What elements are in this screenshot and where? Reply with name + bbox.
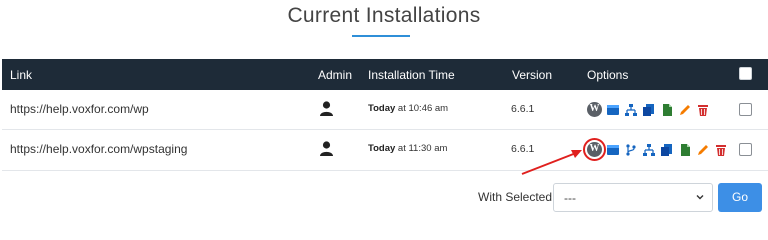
sitemap-icon[interactable] [624, 103, 638, 117]
row-checkbox[interactable] [739, 143, 752, 156]
installation-link[interactable]: https://help.voxfor.com/wpstaging [10, 142, 187, 156]
options-group [583, 138, 728, 161]
select-value: --- [564, 191, 576, 205]
sitemap-icon[interactable] [642, 143, 656, 157]
installation-link[interactable]: https://help.voxfor.com/wp [10, 102, 149, 116]
git-branch-icon[interactable] [624, 143, 638, 157]
row-checkbox[interactable] [739, 103, 752, 116]
trash-icon[interactable] [696, 103, 710, 117]
time-day: Today [368, 143, 396, 154]
wordpress-icon[interactable] [587, 102, 602, 117]
time-rest: at 11:30 am [395, 143, 448, 154]
trash-icon[interactable] [714, 143, 728, 157]
header-version: Version [512, 68, 553, 82]
bulk-action-bar: With Selected: --- Go [0, 183, 768, 213]
edit-icon[interactable] [678, 103, 692, 117]
table-row: https://help.voxfor.com/wp Today at 10:4… [2, 90, 768, 130]
installation-time: Today at 10:46 am [368, 103, 448, 114]
installation-time: Today at 11:30 am [368, 143, 447, 154]
select-all-checkbox[interactable] [739, 67, 752, 80]
clone-icon[interactable] [606, 143, 620, 157]
time-rest: at 10:46 am [395, 103, 449, 114]
file-icon[interactable] [678, 143, 692, 157]
with-selected-label: With Selected: [478, 190, 556, 204]
table-row: https://help.voxfor.com/wpstaging Today … [2, 130, 768, 171]
admin-user-icon[interactable] [320, 141, 333, 159]
file-icon[interactable] [660, 103, 674, 117]
title-underline [352, 35, 410, 37]
header-options: Options [587, 68, 629, 82]
header-link: Link [10, 68, 33, 82]
time-day: Today [368, 103, 396, 114]
installations-table: Link Admin Installation Time Version Opt… [2, 59, 768, 171]
annotation-arrow [521, 150, 582, 175]
copy-icon[interactable] [642, 103, 656, 117]
edit-icon[interactable] [696, 143, 710, 157]
bulk-action-select[interactable]: --- [553, 183, 713, 212]
page-title: Current Installations [287, 4, 481, 27]
header-admin: Admin [318, 68, 353, 82]
clone-icon[interactable] [606, 103, 620, 117]
chevron-down-icon [696, 195, 704, 200]
admin-user-icon[interactable] [320, 101, 333, 119]
version-value: 6.6.1 [511, 103, 535, 115]
options-group [587, 102, 710, 117]
header-installation-time: Installation Time [368, 68, 455, 82]
table-header: Link Admin Installation Time Version Opt… [2, 59, 768, 90]
go-button[interactable]: Go [718, 183, 762, 212]
copy-icon[interactable] [660, 143, 674, 157]
